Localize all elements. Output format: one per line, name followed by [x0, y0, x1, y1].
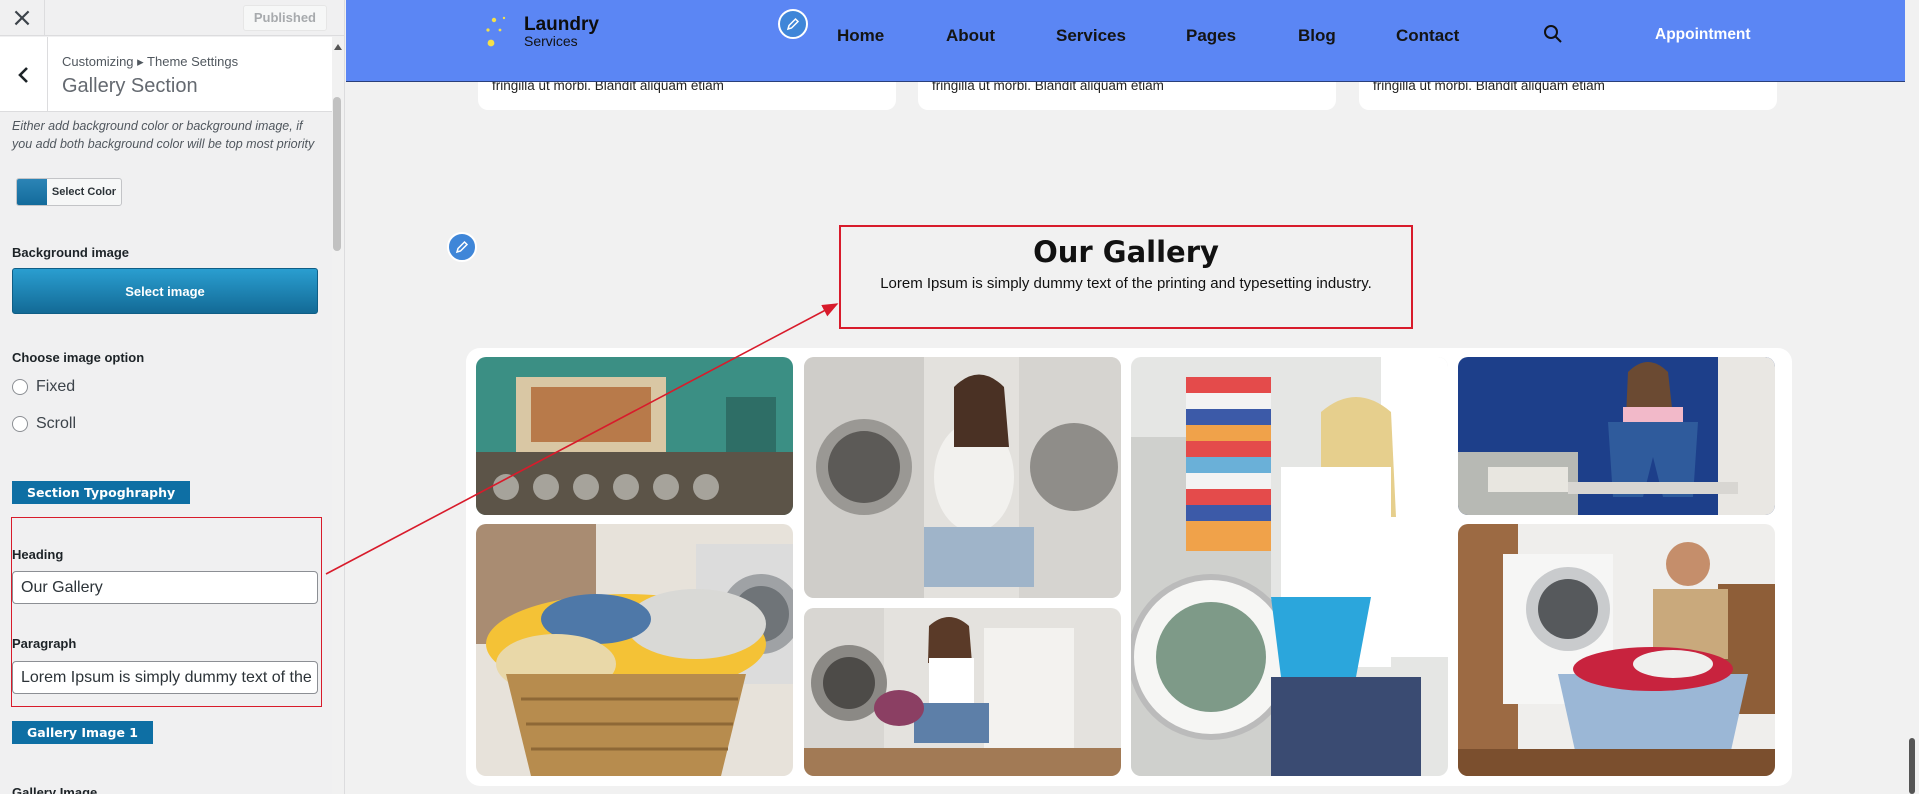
scroll-up-arrow-icon[interactable]: [334, 44, 342, 50]
gallery-image-1-tag: Gallery Image 1: [12, 721, 153, 744]
heading-label: Heading: [12, 547, 64, 562]
site-logo[interactable]: Laundry Services: [482, 12, 599, 52]
back-button[interactable]: [0, 37, 48, 112]
preview-scrollbar-thumb[interactable]: [1909, 738, 1915, 794]
radio-scroll-label: Scroll: [36, 415, 77, 432]
site-header: Laundry Services Home About Services Pag…: [346, 0, 1905, 82]
gallery-image[interactable]: [804, 357, 1121, 598]
logo-icon: [482, 12, 524, 52]
close-icon[interactable]: ×: [0, 0, 45, 36]
radio-fixed[interactable]: Fixed: [12, 378, 75, 396]
gallery-image-label: Gallery Image: [12, 785, 98, 794]
radio-circle[interactable]: [12, 379, 28, 395]
gallery-heading-box: Our Gallery Lorem Ipsum is simply dummy …: [839, 225, 1413, 329]
heading-input[interactable]: Our Gallery: [12, 571, 318, 604]
sidebar-topbar: × Published: [0, 0, 344, 36]
logo-title: Laundry: [524, 13, 599, 35]
pencil-icon[interactable]: [778, 9, 808, 39]
radio-scroll[interactable]: Scroll: [12, 415, 76, 433]
radio-fixed-label: Fixed: [36, 378, 76, 395]
image-option-label: Choose image option: [12, 350, 145, 365]
select-image-button[interactable]: Select image: [12, 268, 318, 314]
paragraph-input[interactable]: Lorem Ipsum is simply dummy text of the …: [12, 661, 318, 694]
radio-circle[interactable]: [12, 416, 28, 432]
gallery-image[interactable]: [476, 524, 793, 776]
logo-subtitle: Services: [524, 32, 578, 49]
preview-scrollbar-track[interactable]: [1905, 0, 1919, 794]
color-swatch: [17, 179, 47, 205]
gallery-image[interactable]: [1131, 357, 1448, 776]
nav-services[interactable]: Services: [1056, 26, 1126, 46]
background-image-label: Background image: [12, 245, 130, 260]
gallery-image[interactable]: [1458, 524, 1775, 776]
appointment-button[interactable]: Appointment: [1655, 26, 1751, 44]
customizer-sidebar: × Published Customizing ▸ Theme Settings…: [0, 0, 345, 794]
sidebar-scrollbar-thumb[interactable]: [333, 97, 341, 251]
nav-blog[interactable]: Blog: [1298, 26, 1336, 46]
gallery-image[interactable]: [804, 608, 1121, 776]
select-color-button[interactable]: Select Color: [16, 178, 122, 206]
section-typography-tag: Section Typoghraphy: [12, 481, 191, 504]
site-preview: fringilla ut morbi. Blandit aliquam etia…: [346, 0, 1919, 794]
gallery-title: Our Gallery: [1033, 235, 1219, 269]
gallery-image[interactable]: [1458, 357, 1775, 515]
nav-contact[interactable]: Contact: [1396, 26, 1459, 46]
breadcrumb: Customizing ▸ Theme Settings: [62, 54, 239, 69]
section-title: Gallery Section: [62, 75, 198, 97]
gallery-image[interactable]: [476, 357, 793, 515]
paragraph-label: Paragraph: [12, 636, 77, 651]
section-header: Customizing ▸ Theme Settings Gallery Sec…: [0, 37, 333, 112]
pencil-icon[interactable]: [447, 232, 477, 262]
nav-home[interactable]: Home: [837, 26, 884, 46]
published-button[interactable]: Published: [242, 5, 327, 31]
back-arrow-icon: [17, 66, 28, 83]
select-color-label: Select Color: [51, 186, 117, 198]
nav-about[interactable]: About: [946, 26, 995, 46]
gallery-paragraph: Lorem Ipsum is simply dummy text of the …: [880, 275, 1372, 292]
background-note: Either add background color or backgroun…: [12, 119, 315, 151]
search-icon[interactable]: [1543, 24, 1563, 49]
nav-pages[interactable]: Pages: [1186, 26, 1236, 46]
